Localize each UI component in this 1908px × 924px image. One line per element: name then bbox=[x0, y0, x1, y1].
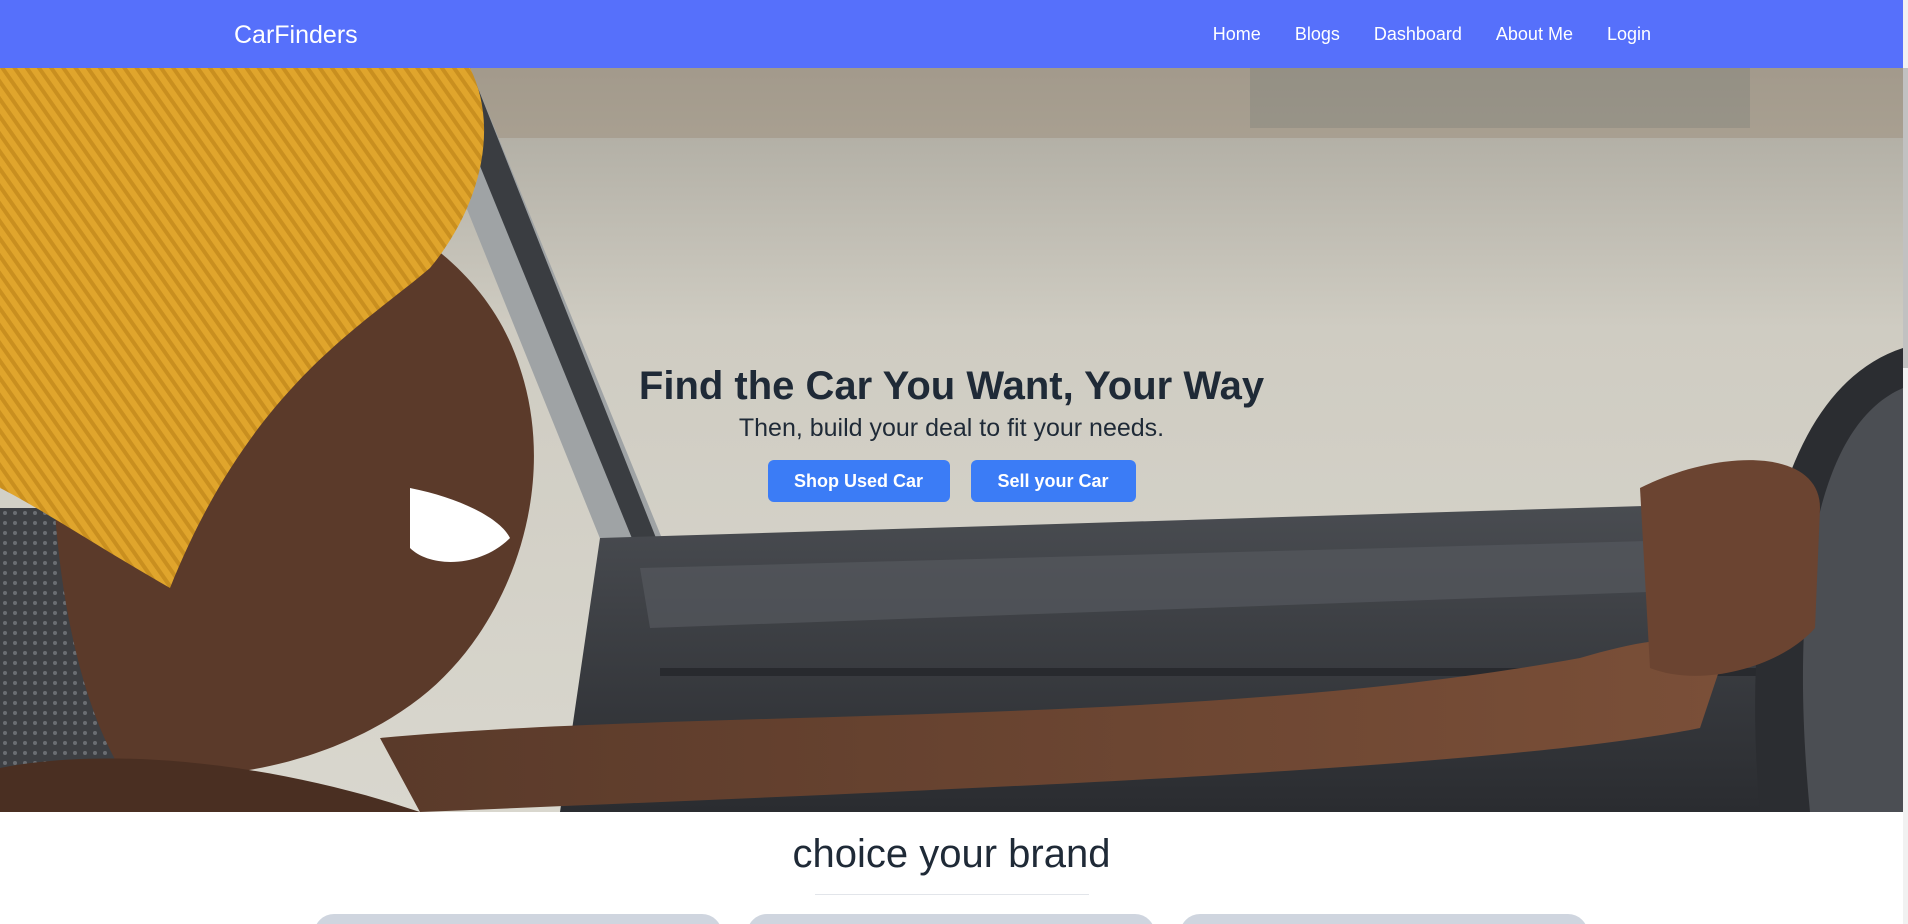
hero-buttons: Shop Used Car Sell your Car bbox=[0, 460, 1903, 502]
nav-link-about-me[interactable]: About Me bbox=[1496, 22, 1573, 46]
brand-section: choice your brand bbox=[0, 812, 1903, 924]
nav-link-home[interactable]: Home bbox=[1213, 22, 1261, 46]
hero-banner: Find the Car You Want, Your Way Then, bu… bbox=[0, 68, 1903, 812]
nav-link-login[interactable]: Login bbox=[1607, 22, 1651, 46]
shop-used-car-button[interactable]: Shop Used Car bbox=[767, 460, 950, 502]
brand-card[interactable] bbox=[747, 914, 1155, 924]
vertical-scrollbar[interactable] bbox=[1903, 0, 1908, 924]
brand-card[interactable] bbox=[1180, 914, 1588, 924]
nav-link-blogs[interactable]: Blogs bbox=[1295, 22, 1340, 46]
scrollbar-thumb[interactable] bbox=[1903, 68, 1908, 368]
brand-logo-link[interactable]: CarFinders bbox=[234, 20, 358, 50]
section-divider bbox=[814, 894, 1089, 895]
nav-links: Home Blogs Dashboard About Me Login bbox=[1213, 22, 1651, 46]
hero-subtitle: Then, build your deal to fit your needs. bbox=[738, 414, 1165, 442]
sell-your-car-button[interactable]: Sell your Car bbox=[970, 460, 1136, 502]
hero-title: Find the Car You Want, Your Way bbox=[638, 364, 1265, 408]
top-navbar: CarFinders Home Blogs Dashboard About Me… bbox=[0, 0, 1903, 69]
nav-link-dashboard[interactable]: Dashboard bbox=[1374, 22, 1462, 46]
section-title: choice your brand bbox=[792, 832, 1111, 876]
page: CarFinders Home Blogs Dashboard About Me… bbox=[0, 0, 1908, 924]
hero-content: Find the Car You Want, Your Way Then, bu… bbox=[0, 362, 1903, 502]
brand-card[interactable] bbox=[314, 914, 722, 924]
